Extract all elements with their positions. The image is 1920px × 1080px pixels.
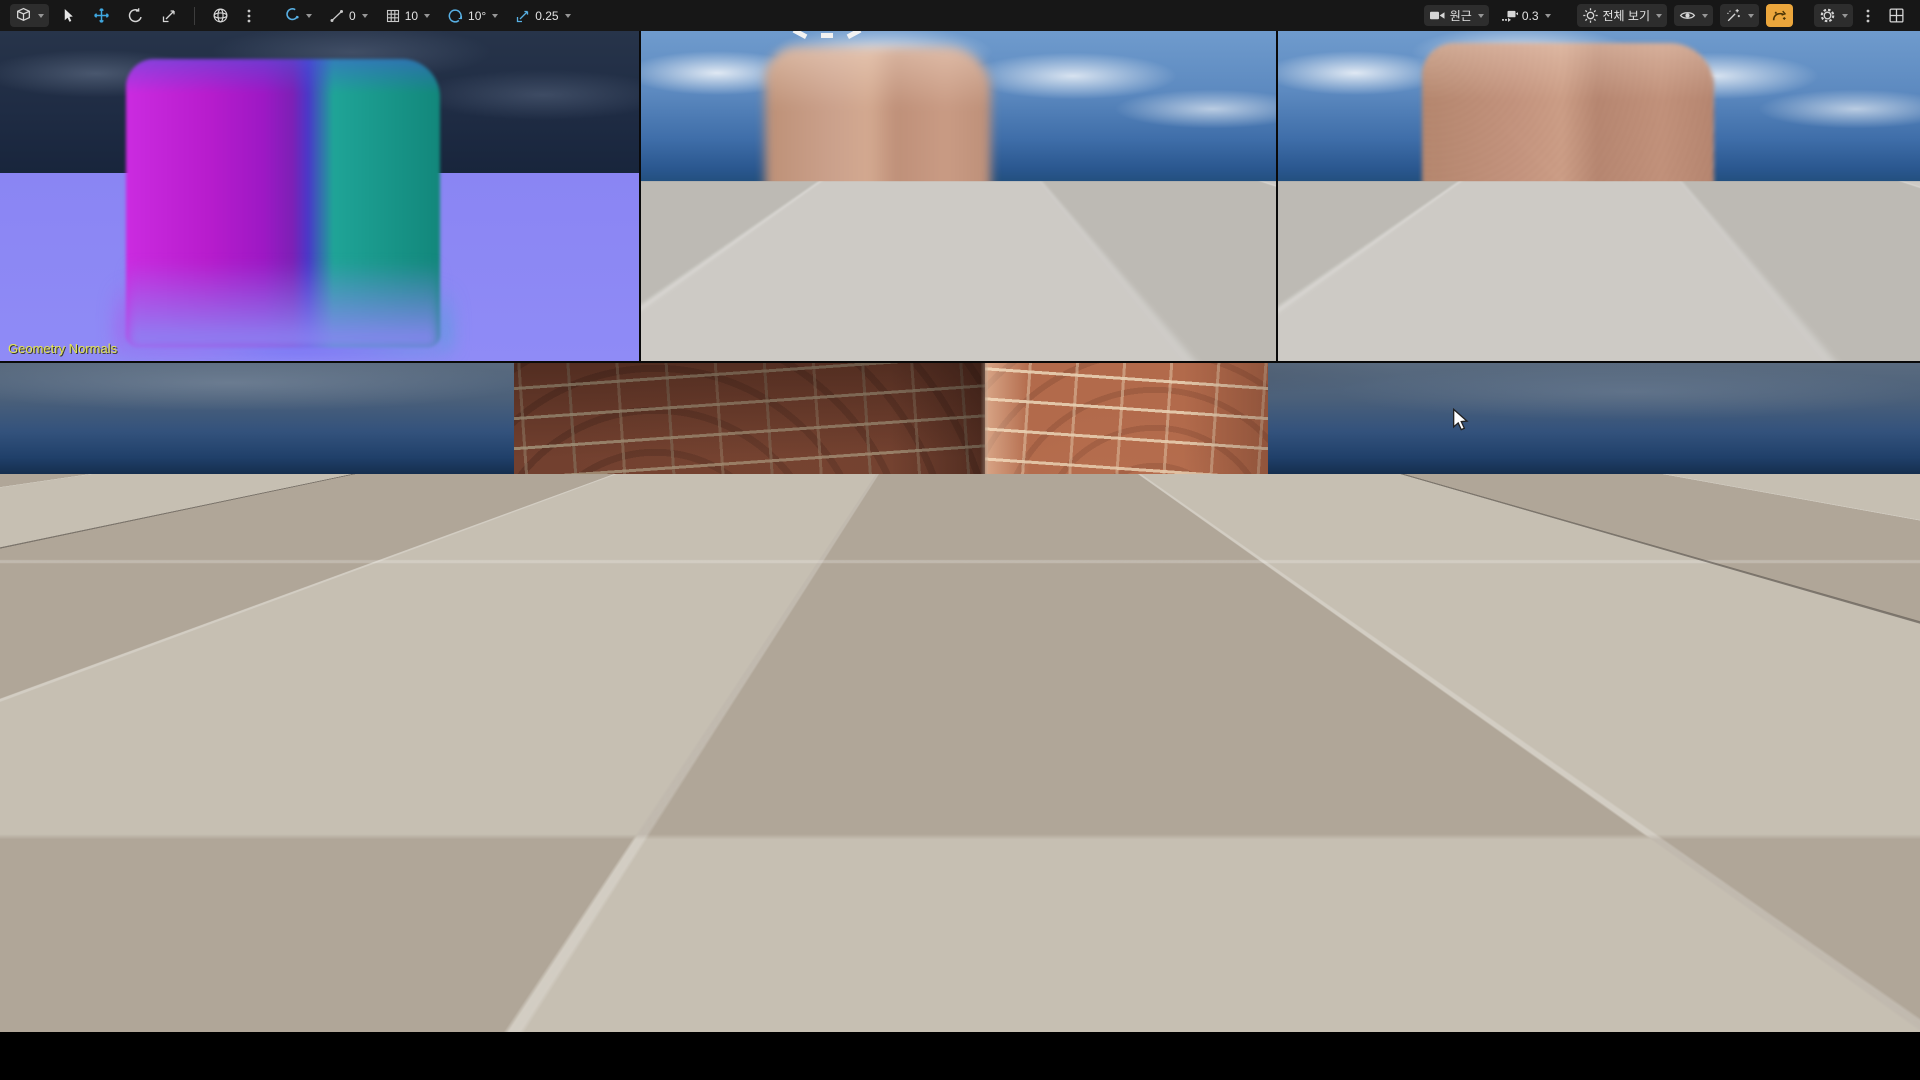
lit-sun-icon [1582, 7, 1599, 24]
grid-snap-dropdown[interactable]: 10 [380, 5, 435, 27]
camera-speed-icon [1501, 8, 1518, 23]
select-mode-dropdown[interactable] [10, 4, 49, 27]
gizmo-y-label: Y [78, 972, 87, 987]
viewport-toolbar: 0 10 10° 0.25 [0, 0, 1920, 31]
layer-snap-value: 0 [349, 10, 356, 22]
normals-cube-base-fade [126, 261, 440, 351]
chevron-down-icon [38, 14, 44, 18]
panel-label: Geometry Normals [8, 341, 117, 356]
chevron-down-icon [1545, 14, 1551, 18]
camera-icon [1429, 8, 1446, 23]
rotate-tool-button[interactable] [122, 4, 149, 27]
viewport-options-menu[interactable] [1860, 5, 1876, 27]
panel-label: Lumen Scene, Pink - missing Surface Cach… [1286, 341, 1780, 356]
surface-snapping-dropdown[interactable] [278, 4, 317, 27]
gizmo-x-label: X [4, 976, 13, 991]
rotation-snap-icon [447, 7, 464, 24]
chevron-down-icon [1478, 14, 1484, 18]
lumen-scene-panel[interactable]: Lumen Scene, Pink - missing Surface Cach… [1278, 31, 1920, 363]
arrow-sparkle-icon [1771, 7, 1788, 24]
toolbar-left-group: 0 10 10° 0.25 [10, 4, 576, 27]
pointer-icon [61, 8, 76, 23]
chevron-down-icon [565, 14, 571, 18]
rotation-snap-value: 10° [468, 10, 486, 22]
brick-cube-right-face [985, 363, 1268, 976]
grid-snap-value: 10 [405, 10, 418, 22]
kebab-menu-icon [1865, 8, 1871, 24]
move-tool-button[interactable] [88, 4, 115, 27]
view-mode-dropdown[interactable]: 전체 보기 [1577, 4, 1668, 27]
camera-perspective-label: 원근 [1450, 10, 1472, 22]
viewport-settings-dropdown[interactable] [1814, 4, 1853, 27]
toolbar-right-group: 원근 0.3 전체 보기 [1424, 4, 1910, 27]
chevron-down-icon [1656, 14, 1662, 18]
grid-snap-icon [385, 8, 401, 24]
kebab-menu-icon [246, 8, 252, 24]
rotate-icon [127, 7, 144, 24]
gear-icon [1819, 7, 1836, 24]
layer-snap-icon [329, 8, 345, 24]
mouse-cursor-icon [1452, 408, 1474, 437]
surface-snap-icon [283, 7, 300, 24]
chevron-down-icon [1842, 14, 1848, 18]
camera-speed-dropdown[interactable]: 0.3 [1496, 5, 1556, 26]
chevron-down-icon [306, 14, 312, 18]
chevron-down-icon [362, 14, 368, 18]
scale-icon [161, 8, 177, 24]
scale-snap-icon [515, 8, 531, 24]
select-tool-button[interactable] [56, 5, 81, 26]
scale-snap-value: 0.25 [535, 10, 558, 22]
scale-snap-dropdown[interactable]: 0.25 [510, 5, 575, 27]
bottom-letterbox [0, 1032, 1920, 1080]
preview-effects-dropdown[interactable] [1720, 4, 1759, 27]
cube-select-icon [15, 7, 32, 24]
gizmo-origin [41, 982, 49, 990]
chevron-down-icon [1702, 14, 1708, 18]
gizmo-z-label: Z [37, 939, 45, 954]
reflection-view-panel[interactable]: Reflection View, SWRT [641, 31, 1278, 363]
move-icon [93, 7, 110, 24]
quad-layout-icon [1888, 7, 1905, 24]
magic-wand-icon [1725, 7, 1742, 24]
globe-icon [212, 7, 229, 24]
geometry-normals-panel[interactable]: Geometry Normals [0, 31, 641, 363]
layer-snap-dropdown[interactable]: 0 [324, 5, 373, 27]
lumen-debug-panel-strip: Geometry Normals Reflection View, SWRT L… [0, 31, 1920, 363]
quad-view-toggle[interactable] [1883, 4, 1910, 27]
camera-perspective-dropdown[interactable]: 원근 [1424, 5, 1489, 26]
toolbar-overflow-menu[interactable] [241, 5, 257, 27]
transform-space-button[interactable] [207, 4, 234, 27]
game-view-toggle[interactable] [1766, 4, 1793, 27]
main-viewport[interactable]: Z X Y [0, 363, 1920, 1032]
camera-speed-value: 0.3 [1522, 10, 1539, 22]
clipped-overlay-glyph [793, 31, 863, 41]
show-flags-dropdown[interactable] [1674, 5, 1713, 26]
chevron-down-icon [424, 14, 430, 18]
lumen-cube [1422, 43, 1714, 327]
chevron-down-icon [1748, 14, 1754, 18]
reflection-cube [765, 47, 991, 325]
chevron-down-icon [492, 14, 498, 18]
panel-label: Reflection View, SWRT [649, 341, 783, 356]
eye-icon [1679, 8, 1696, 23]
rotation-snap-dropdown[interactable]: 10° [442, 4, 503, 27]
view-mode-label: 전체 보기 [1603, 10, 1651, 22]
scale-tool-button[interactable] [156, 5, 182, 27]
toolbar-divider [194, 7, 195, 25]
brick-cube-corner-edge [981, 363, 988, 976]
